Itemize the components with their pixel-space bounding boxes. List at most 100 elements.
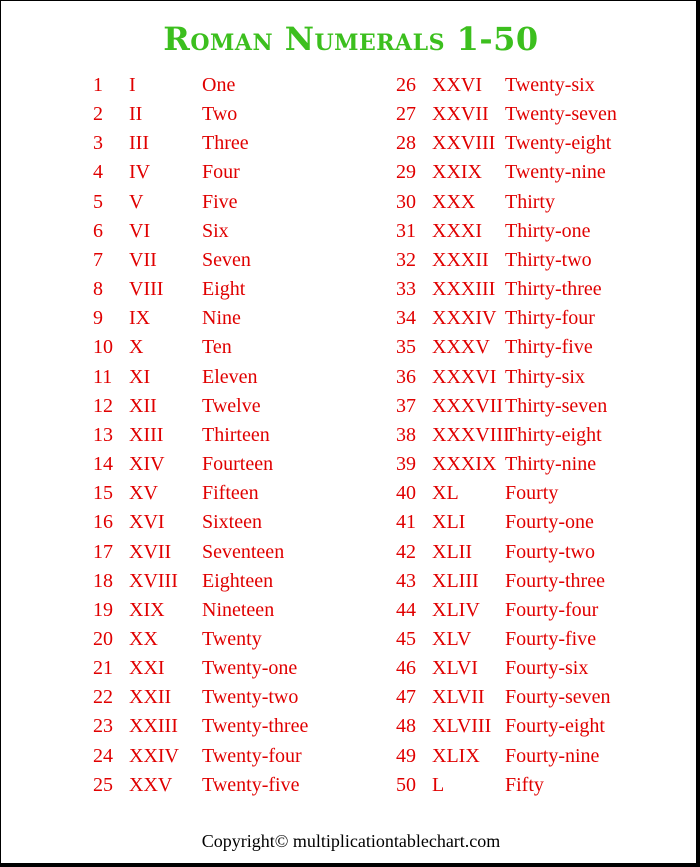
number-cell: 16 (93, 511, 113, 534)
word-cell: Thirty-eight (505, 423, 602, 446)
roman-cell: VIII (129, 278, 164, 301)
word-cell: Fourty-eight (505, 715, 605, 738)
number-cell: 4 (93, 161, 103, 184)
roman-cell: XI (129, 365, 151, 388)
word-cell: Thirty (505, 190, 555, 213)
number-cell: 45 (396, 627, 416, 650)
roman-cell: XXIV (129, 744, 179, 767)
word-cell: Eight (202, 278, 246, 301)
roman-cell: XXXVII (432, 394, 504, 417)
number-cell: 44 (396, 598, 416, 621)
word-cell: Twenty-eight (505, 132, 612, 155)
word-cell: Sixteen (202, 511, 262, 534)
roman-cell: XXVIII (432, 132, 496, 155)
word-cell: Fourty-five (505, 627, 597, 650)
chart-page: Roman Numerals 1-50 1 I One 2 II Two 3 III Three… (0, 0, 700, 867)
roman-cell: XLIV (432, 598, 480, 621)
word-cell: Fourty-two (505, 540, 595, 563)
word-cell: Thirty-nine (505, 453, 597, 476)
word-cell: Thirty-four (505, 307, 595, 330)
roman-cell: XIII (129, 423, 164, 446)
word-cell: Fourty (505, 482, 559, 505)
number-cell: 13 (93, 423, 113, 446)
roman-cell: VI (129, 219, 151, 242)
word-cell: Twenty-two (202, 686, 299, 709)
word-cell: Thirty-one (505, 219, 591, 242)
roman-cell: VII (129, 248, 157, 271)
number-cell: 48 (396, 715, 416, 738)
number-cell: 36 (396, 365, 416, 388)
number-cell: 35 (396, 336, 416, 359)
word-cell: Twenty-six (505, 74, 595, 96)
word-cell: Twenty-three (202, 715, 309, 738)
word-cell: Fourteen (202, 453, 274, 476)
number-cell: 25 (93, 773, 113, 796)
word-cell: Fourty-three (505, 569, 605, 592)
number-cell: 41 (396, 511, 416, 534)
number-cell: 22 (93, 686, 113, 709)
number-cell: 23 (93, 715, 113, 738)
number-cell: 46 (396, 657, 416, 680)
roman-cell: XIX (129, 598, 165, 621)
number-cell: 7 (93, 248, 103, 271)
number-cell: 42 (396, 540, 416, 563)
roman-cell: IV (129, 161, 151, 184)
number-cell: 15 (93, 482, 113, 505)
number-cell: 30 (396, 190, 416, 213)
word-cell: Fourty-seven (505, 686, 611, 709)
word-cell: Ten (202, 336, 232, 359)
word-cell: Nineteen (202, 598, 275, 621)
number-cell: 20 (93, 627, 113, 650)
number-cell: 31 (396, 219, 416, 242)
number-cell: 5 (93, 190, 103, 213)
word-cell: Thirty-two (505, 248, 592, 271)
roman-cell: XII (129, 394, 157, 417)
word-cell: Two (202, 103, 238, 126)
roman-cell: II (129, 103, 143, 126)
roman-cell: XXXV (432, 336, 490, 359)
word-cell: Twenty-five (202, 773, 300, 796)
roman-cell: XLI (432, 511, 466, 534)
number-cell: 38 (396, 423, 416, 446)
word-cell: Three (202, 132, 249, 155)
number-cell: 27 (396, 103, 416, 126)
number-cell: 17 (93, 540, 113, 563)
number-cell: 6 (93, 219, 103, 242)
word-cell: Fifteen (202, 482, 259, 505)
roman-cell: XXV (129, 773, 173, 796)
roman-cell: XLVI (432, 657, 478, 680)
roman-cell: L (432, 773, 445, 796)
roman-cell: XLII (432, 540, 472, 563)
roman-cell: XVII (129, 540, 172, 563)
word-cell: Four (202, 161, 240, 184)
number-cell: 21 (93, 657, 113, 680)
page-title: Roman Numerals 1-50 (163, 20, 539, 58)
word-cell: Seven (202, 248, 251, 271)
number-cell: 12 (93, 394, 113, 417)
roman-cell: XX (129, 627, 158, 650)
roman-cell: XXXI (432, 219, 482, 242)
number-cell: 39 (396, 453, 416, 476)
roman-cell: XXXIX (432, 453, 497, 476)
roman-cell: XLIX (432, 744, 480, 767)
word-cell: Six (202, 219, 229, 242)
roman-cell: V (129, 190, 144, 213)
word-cell: Nine (202, 307, 241, 330)
number-cell: 8 (93, 278, 103, 301)
roman-cell: IX (129, 307, 151, 330)
word-cell: Fourty-one (505, 511, 594, 534)
word-cell: Fourty-six (505, 657, 589, 680)
roman-cell: XXXIII (432, 278, 496, 301)
word-cell: Fourty-nine (505, 744, 600, 767)
roman-cell: XXIII (129, 715, 178, 738)
roman-cell: XIV (129, 453, 165, 476)
roman-cell: XVIII (129, 569, 178, 592)
number-cell: 18 (93, 569, 113, 592)
number-cell: 26 (396, 74, 416, 96)
roman-cell: XXXVIII (432, 423, 510, 446)
number-cell: 24 (93, 744, 113, 767)
roman-cell: XXII (129, 686, 172, 709)
word-cell: Thirty-seven (505, 394, 608, 417)
word-cell: Fourty-four (505, 598, 599, 621)
number-cell: 33 (396, 278, 416, 301)
